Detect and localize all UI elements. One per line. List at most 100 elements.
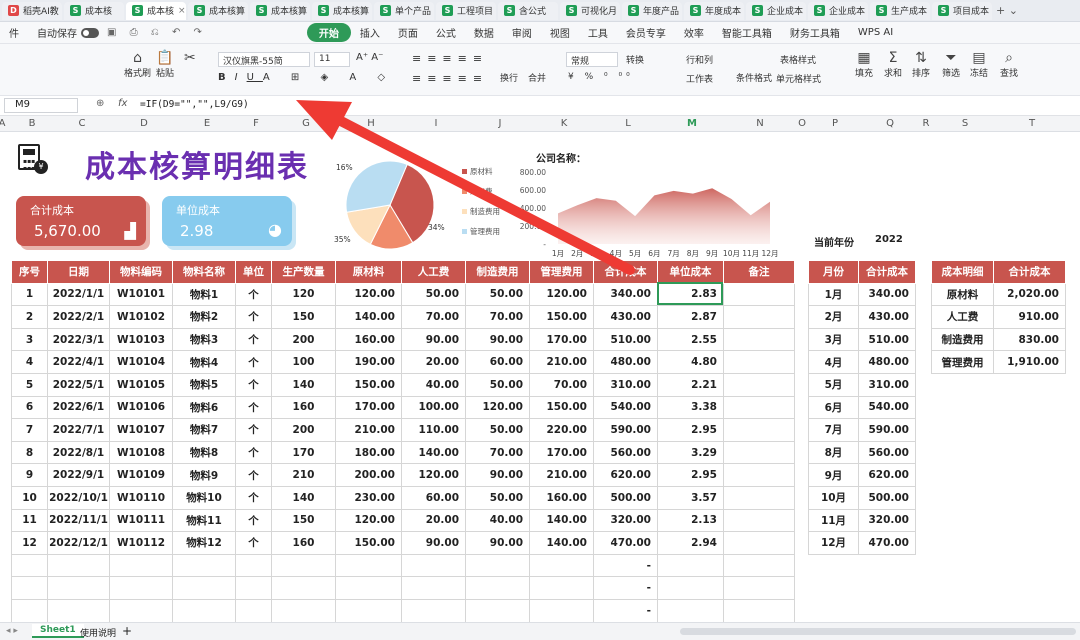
table-cell[interactable]: 个 bbox=[235, 327, 272, 352]
table-cell[interactable]: 40.00 bbox=[401, 372, 466, 397]
table-cell[interactable]: 2.94 bbox=[657, 531, 724, 555]
table-cell[interactable]: 160.00 bbox=[335, 327, 402, 352]
table-cell[interactable]: 40.00 bbox=[465, 508, 530, 533]
font-family-select[interactable]: 汉仪旗黑-55简 bbox=[218, 52, 310, 67]
table-cell[interactable]: 8月 bbox=[808, 440, 859, 465]
table-cell[interactable]: 2.95 bbox=[657, 463, 724, 487]
menu-item[interactable]: 审阅 bbox=[503, 25, 541, 40]
table-cell[interactable]: 个 bbox=[235, 350, 272, 374]
table-cell[interactable] bbox=[172, 598, 236, 623]
table-cell[interactable] bbox=[235, 598, 272, 623]
table-cell[interactable]: 310.00 bbox=[593, 372, 658, 397]
table-cell[interactable]: 2022/5/1 bbox=[47, 372, 110, 397]
add-sheet-icon[interactable]: + bbox=[122, 624, 132, 638]
table-cell[interactable]: 2 bbox=[11, 305, 48, 329]
column-header[interactable]: E bbox=[201, 118, 213, 129]
table-cell[interactable]: 470.00 bbox=[858, 531, 916, 555]
table-cell[interactable] bbox=[172, 553, 236, 578]
table-cell[interactable]: 2022/11/1 bbox=[47, 508, 110, 533]
table-cell[interactable]: 9月 bbox=[808, 463, 859, 487]
column-title[interactable]: 人工费 bbox=[401, 260, 466, 284]
fill-button[interactable]: ▦ 填充 bbox=[855, 50, 873, 79]
table-cell[interactable]: W10106 bbox=[109, 395, 173, 420]
column-title[interactable]: 物料编码 bbox=[109, 260, 173, 284]
format-painter-button[interactable]: ⌂ 格式刷 bbox=[124, 50, 151, 79]
horizontal-scrollbar[interactable] bbox=[680, 628, 1076, 635]
table-cell[interactable]: 430.00 bbox=[858, 305, 916, 329]
column-header[interactable]: M bbox=[686, 118, 698, 129]
table-cell[interactable]: 20.00 bbox=[401, 508, 466, 533]
table-cell[interactable] bbox=[657, 576, 724, 600]
table-cell[interactable]: 480.00 bbox=[858, 350, 916, 374]
column-header[interactable]: B bbox=[26, 118, 38, 129]
table-cell[interactable]: 120.00 bbox=[335, 508, 402, 533]
table-cell[interactable]: 个 bbox=[235, 305, 272, 329]
align-buttons[interactable]: ≡≡≡≡≡ bbox=[412, 52, 488, 65]
document-tab[interactable]: S 工程项目 bbox=[436, 1, 496, 20]
menu-item[interactable]: 工具 bbox=[579, 25, 617, 40]
table-cell[interactable]: 340.00 bbox=[858, 282, 916, 307]
document-tab[interactable]: S 成本核算 bbox=[312, 1, 372, 20]
column-header[interactable]: T bbox=[1026, 118, 1038, 129]
table-cell[interactable]: 7月 bbox=[808, 418, 859, 442]
document-tab[interactable]: S 年度产品 bbox=[622, 1, 682, 20]
find-button[interactable]: ⌕ 查找 bbox=[1000, 50, 1018, 79]
table-cell[interactable]: 500.00 bbox=[593, 485, 658, 510]
table-cell[interactable]: 60.00 bbox=[465, 350, 530, 374]
table-cell[interactable]: 160 bbox=[271, 531, 336, 555]
table-cell[interactable]: 910.00 bbox=[993, 305, 1066, 329]
table-cell[interactable] bbox=[723, 372, 795, 397]
table-cell[interactable]: 2月 bbox=[808, 305, 859, 329]
table-cell[interactable]: 原材料 bbox=[931, 282, 994, 307]
table-cell[interactable]: 个 bbox=[235, 372, 272, 397]
table-cell[interactable]: 3月 bbox=[808, 327, 859, 352]
table-cell[interactable]: W10112 bbox=[109, 531, 173, 555]
table-cell[interactable] bbox=[723, 327, 795, 352]
table-cell[interactable]: 5月 bbox=[808, 372, 859, 397]
table-cell[interactable]: 2022/1/1 bbox=[47, 282, 110, 307]
table-cell[interactable]: 310.00 bbox=[858, 372, 916, 397]
table-cell[interactable] bbox=[723, 598, 795, 623]
table-cell[interactable]: 110.00 bbox=[401, 418, 466, 442]
column-title[interactable]: 制造费用 bbox=[465, 260, 530, 284]
table-cell[interactable] bbox=[235, 553, 272, 578]
column-title[interactable]: 生产数量 bbox=[271, 260, 336, 284]
column-header[interactable]: L bbox=[622, 118, 634, 129]
table-cell[interactable] bbox=[109, 576, 173, 600]
table-cell[interactable] bbox=[109, 553, 173, 578]
table-cell[interactable]: 120.00 bbox=[529, 282, 594, 307]
document-tab[interactable]: S 生产成本 bbox=[870, 1, 930, 20]
table-cell[interactable] bbox=[723, 463, 795, 487]
table-cell[interactable] bbox=[109, 598, 173, 623]
table-cell[interactable]: 150.00 bbox=[529, 305, 594, 329]
table-cell[interactable] bbox=[172, 576, 236, 600]
table-cell[interactable]: 100.00 bbox=[401, 395, 466, 420]
table-cell[interactable]: 140.00 bbox=[529, 531, 594, 555]
table-cell[interactable]: 3.38 bbox=[657, 395, 724, 420]
table-cell[interactable]: 140.00 bbox=[529, 508, 594, 533]
table-cell[interactable]: 180.00 bbox=[335, 440, 402, 465]
menu-item[interactable]: 公式 bbox=[427, 25, 465, 40]
column-title[interactable]: 成本明细 bbox=[931, 260, 994, 284]
table-cell[interactable] bbox=[723, 440, 795, 465]
table-cell[interactable]: 830.00 bbox=[993, 327, 1066, 352]
table-cell[interactable]: 2022/10/1 bbox=[47, 485, 110, 510]
table-cell[interactable]: 1月 bbox=[808, 282, 859, 307]
table-cell[interactable]: 管理费用 bbox=[931, 350, 994, 374]
table-cell[interactable]: 200 bbox=[271, 418, 336, 442]
table-cell[interactable]: 620.00 bbox=[593, 463, 658, 487]
table-cell[interactable]: 480.00 bbox=[593, 350, 658, 374]
menu-item[interactable]: 智能工具箱 bbox=[713, 25, 781, 40]
table-cell[interactable]: W10104 bbox=[109, 350, 173, 374]
table-cell[interactable]: 120.00 bbox=[401, 463, 466, 487]
column-title[interactable]: 合计成本 bbox=[993, 260, 1066, 284]
table-cell[interactable]: 4.80 bbox=[657, 350, 724, 374]
menu-item[interactable]: 插入 bbox=[351, 25, 389, 40]
table-cell[interactable] bbox=[401, 553, 466, 578]
table-cell[interactable]: W10110 bbox=[109, 485, 173, 510]
table-cell[interactable]: 470.00 bbox=[593, 531, 658, 555]
table-cell[interactable]: 560.00 bbox=[593, 440, 658, 465]
table-cell[interactable]: 210 bbox=[271, 463, 336, 487]
document-tab[interactable]: S 企业成本 bbox=[746, 1, 806, 20]
sheet-tab-instructions[interactable]: 使用说明 bbox=[80, 626, 116, 639]
